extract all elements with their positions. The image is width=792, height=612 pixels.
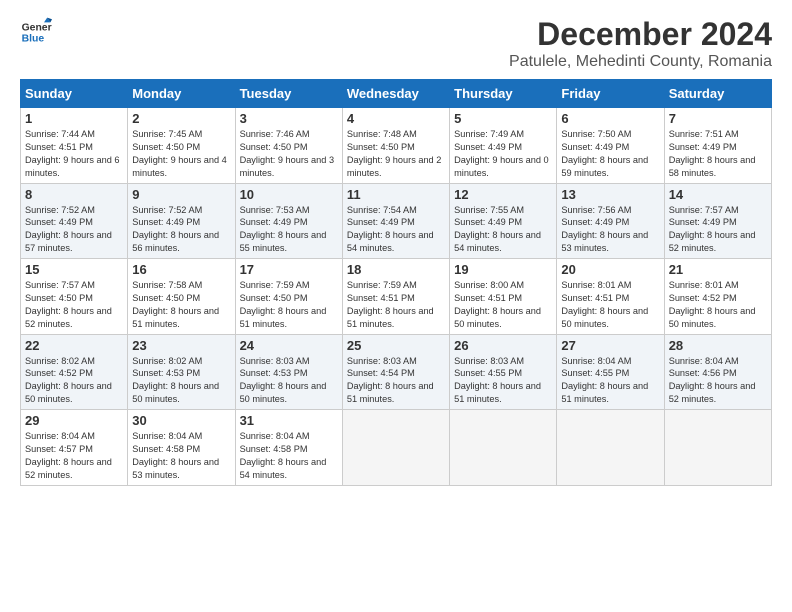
table-row: 22Sunrise: 8:02 AMSunset: 4:52 PMDayligh… [21, 334, 128, 410]
table-row: 18Sunrise: 7:59 AMSunset: 4:51 PMDayligh… [342, 259, 449, 335]
logo: General Blue [20, 16, 52, 48]
svg-text:General: General [22, 22, 52, 33]
title-area: December 2024 Patulele, Mehedinti County… [509, 16, 772, 71]
table-row: 31Sunrise: 8:04 AMSunset: 4:58 PMDayligh… [235, 410, 342, 486]
table-row [342, 410, 449, 486]
table-row: 6Sunrise: 7:50 AMSunset: 4:49 PMDaylight… [557, 108, 664, 184]
calendar-week-row: 15Sunrise: 7:57 AMSunset: 4:50 PMDayligh… [21, 259, 772, 335]
logo-icon: General Blue [20, 16, 52, 48]
col-tuesday: Tuesday [235, 80, 342, 108]
table-row: 13Sunrise: 7:56 AMSunset: 4:49 PMDayligh… [557, 183, 664, 259]
table-row: 21Sunrise: 8:01 AMSunset: 4:52 PMDayligh… [664, 259, 771, 335]
calendar-table: Sunday Monday Tuesday Wednesday Thursday… [20, 79, 772, 486]
table-row: 7Sunrise: 7:51 AMSunset: 4:49 PMDaylight… [664, 108, 771, 184]
table-row: 14Sunrise: 7:57 AMSunset: 4:49 PMDayligh… [664, 183, 771, 259]
calendar-week-row: 1Sunrise: 7:44 AMSunset: 4:51 PMDaylight… [21, 108, 772, 184]
table-row [557, 410, 664, 486]
col-thursday: Thursday [450, 80, 557, 108]
table-row: 16Sunrise: 7:58 AMSunset: 4:50 PMDayligh… [128, 259, 235, 335]
table-row: 1Sunrise: 7:44 AMSunset: 4:51 PMDaylight… [21, 108, 128, 184]
table-row: 26Sunrise: 8:03 AMSunset: 4:55 PMDayligh… [450, 334, 557, 410]
calendar-week-row: 29Sunrise: 8:04 AMSunset: 4:57 PMDayligh… [21, 410, 772, 486]
table-row: 19Sunrise: 8:00 AMSunset: 4:51 PMDayligh… [450, 259, 557, 335]
main-title: December 2024 [509, 16, 772, 53]
subtitle: Patulele, Mehedinti County, Romania [509, 53, 772, 71]
svg-text:Blue: Blue [22, 34, 45, 45]
table-row: 4Sunrise: 7:48 AMSunset: 4:50 PMDaylight… [342, 108, 449, 184]
calendar-week-row: 8Sunrise: 7:52 AMSunset: 4:49 PMDaylight… [21, 183, 772, 259]
col-sunday: Sunday [21, 80, 128, 108]
header-area: General Blue December 2024 Patulele, Meh… [20, 16, 772, 71]
table-row: 2Sunrise: 7:45 AMSunset: 4:50 PMDaylight… [128, 108, 235, 184]
table-row: 17Sunrise: 7:59 AMSunset: 4:50 PMDayligh… [235, 259, 342, 335]
col-monday: Monday [128, 80, 235, 108]
table-row: 30Sunrise: 8:04 AMSunset: 4:58 PMDayligh… [128, 410, 235, 486]
table-row: 11Sunrise: 7:54 AMSunset: 4:49 PMDayligh… [342, 183, 449, 259]
table-row: 12Sunrise: 7:55 AMSunset: 4:49 PMDayligh… [450, 183, 557, 259]
table-row: 8Sunrise: 7:52 AMSunset: 4:49 PMDaylight… [21, 183, 128, 259]
calendar-body: 1Sunrise: 7:44 AMSunset: 4:51 PMDaylight… [21, 108, 772, 486]
table-row: 29Sunrise: 8:04 AMSunset: 4:57 PMDayligh… [21, 410, 128, 486]
table-row: 9Sunrise: 7:52 AMSunset: 4:49 PMDaylight… [128, 183, 235, 259]
table-row: 3Sunrise: 7:46 AMSunset: 4:50 PMDaylight… [235, 108, 342, 184]
header-row: Sunday Monday Tuesday Wednesday Thursday… [21, 80, 772, 108]
table-row [664, 410, 771, 486]
table-row: 23Sunrise: 8:02 AMSunset: 4:53 PMDayligh… [128, 334, 235, 410]
table-row: 27Sunrise: 8:04 AMSunset: 4:55 PMDayligh… [557, 334, 664, 410]
table-row: 28Sunrise: 8:04 AMSunset: 4:56 PMDayligh… [664, 334, 771, 410]
table-row: 15Sunrise: 7:57 AMSunset: 4:50 PMDayligh… [21, 259, 128, 335]
table-row: 24Sunrise: 8:03 AMSunset: 4:53 PMDayligh… [235, 334, 342, 410]
table-row: 10Sunrise: 7:53 AMSunset: 4:49 PMDayligh… [235, 183, 342, 259]
table-row [450, 410, 557, 486]
col-saturday: Saturday [664, 80, 771, 108]
col-wednesday: Wednesday [342, 80, 449, 108]
col-friday: Friday [557, 80, 664, 108]
table-row: 25Sunrise: 8:03 AMSunset: 4:54 PMDayligh… [342, 334, 449, 410]
table-row: 5Sunrise: 7:49 AMSunset: 4:49 PMDaylight… [450, 108, 557, 184]
calendar-page: General Blue December 2024 Patulele, Meh… [0, 0, 792, 498]
calendar-week-row: 22Sunrise: 8:02 AMSunset: 4:52 PMDayligh… [21, 334, 772, 410]
table-row: 20Sunrise: 8:01 AMSunset: 4:51 PMDayligh… [557, 259, 664, 335]
